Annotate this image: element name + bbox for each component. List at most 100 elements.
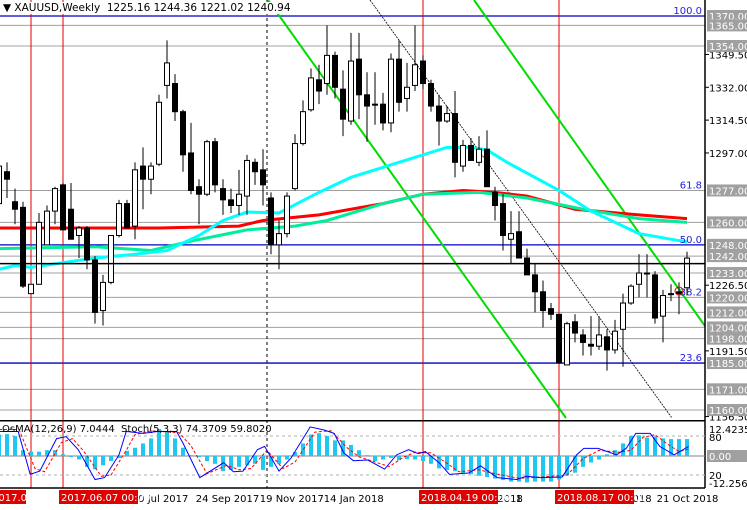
candle-bull (244, 159, 250, 197)
osma-bar (501, 456, 505, 481)
candle-bull (308, 77, 314, 111)
price-tick-label: 1314.50 (709, 116, 747, 127)
candle-bear (196, 186, 202, 195)
time-axis-label: 1 (516, 494, 522, 505)
candle-bear (492, 191, 498, 206)
fib-level-label: 100.0 (673, 6, 702, 17)
candle-bull (132, 169, 138, 227)
candle-bear (572, 321, 578, 334)
fib-level-label: 61.8 (680, 180, 702, 191)
candle-bear (588, 343, 594, 347)
candle-bull (324, 54, 330, 85)
price-tick-label: 1226.50 (709, 281, 747, 292)
candle-bear (484, 148, 490, 188)
osma-bar (141, 443, 145, 456)
osma-bar (181, 447, 185, 456)
candle-bear (252, 161, 258, 173)
time-axis-label: 24 Sep 2017 (196, 494, 259, 505)
candle-bull (636, 272, 642, 285)
candle-bull (204, 141, 210, 195)
price-level-tag-label: 1260.00 (709, 218, 747, 229)
fib-level-label: 50.0 (680, 235, 702, 246)
time-marker-label: 2017.0 (0, 493, 27, 504)
candle-bull (388, 58, 394, 124)
candle-bull (372, 103, 378, 106)
candle-bear (652, 274, 658, 319)
osma-bar (13, 436, 17, 456)
chart-title: ▼ XAUUSD,Weekly 1225.16 1244.36 1221.02 … (3, 2, 291, 14)
osma-bar (421, 456, 425, 461)
price-tick-label: 1191.50 (709, 347, 747, 358)
candle-bull (108, 234, 114, 283)
candle-bull (52, 188, 58, 212)
candle-bull (404, 86, 410, 100)
candle-bear (468, 144, 474, 161)
indicator-title: OsMA(12,26,9) 7.0444 Stoch(5,3,3) 74.370… (2, 424, 272, 435)
osma-bar (389, 456, 393, 458)
candle-bear (428, 83, 434, 107)
price-level-tag-label: 1365.00 (709, 21, 747, 32)
candle-bull (564, 323, 570, 366)
price-level-tag-label: 1233.00 (709, 269, 747, 280)
candle-bear (188, 152, 194, 191)
candle-bear (92, 259, 98, 313)
candle-bull (348, 60, 354, 122)
osma-bar (205, 456, 209, 461)
candle-bear (364, 94, 370, 107)
time-marker-label: 2017.06.07 00:00 (61, 493, 150, 504)
osma-bar (261, 456, 265, 470)
price-tick-label: 1332.00 (709, 83, 747, 94)
candle-bull (0, 165, 2, 205)
candle-bull (276, 233, 282, 246)
candle-bear (268, 197, 274, 246)
candle-bull (100, 281, 106, 312)
candle-bear (180, 111, 186, 156)
osma-bar (277, 456, 281, 464)
price-level-tag-label: 1171.00 (709, 385, 747, 396)
osma-bar (485, 456, 489, 478)
price-level-tag-label: 1185.00 (709, 359, 747, 370)
osma-bar (333, 440, 337, 456)
osma-bar (101, 456, 105, 466)
time-axis-label: 14 Jan 2018 (324, 494, 384, 505)
osma-bar (0, 434, 1, 456)
osma-bar (149, 438, 153, 456)
candle-bear (604, 336, 610, 351)
fib-level-label: 38.2 (680, 287, 702, 298)
indicator-upper-label: 80 (709, 433, 722, 444)
candle-bear (20, 206, 26, 287)
osma-bar (69, 456, 73, 457)
candle-bear (84, 227, 90, 261)
osma-bar (37, 451, 41, 456)
candle-bear (332, 54, 338, 88)
time-axis-label: 21 Oct 2018 (657, 494, 719, 505)
osma-bar (309, 434, 313, 456)
osma-bar (165, 431, 169, 456)
candle-bear (540, 291, 546, 312)
osma-bar (173, 438, 177, 456)
candle-bear (316, 79, 322, 92)
candle-bull (460, 144, 466, 167)
candle-bear (548, 308, 554, 315)
osma-bar (93, 456, 97, 470)
osma-bar (325, 436, 329, 456)
price-level-tag-label: 1242.00 (709, 252, 747, 263)
candle-bear (220, 188, 226, 201)
candle-bear (420, 60, 426, 85)
candle-bull (644, 272, 650, 275)
ma-mid-line (0, 190, 688, 253)
candle-bear (380, 103, 386, 124)
candle-bull (412, 64, 418, 86)
candle-bull (292, 143, 298, 190)
collapse-triangle-icon[interactable]: ▼ (3, 2, 14, 14)
candle-bear (524, 257, 530, 276)
candle-bear (436, 105, 442, 122)
time-marker-label: 2018.04.19 00:00 (421, 493, 510, 504)
candle-bear (580, 334, 586, 343)
ohlc-readout: 1225.16 1244.36 1221.02 1240.94 (106, 2, 291, 14)
osma-bar (589, 456, 593, 463)
candle-bear (452, 113, 458, 163)
osma-bar (509, 456, 513, 482)
candle-bull (116, 203, 122, 236)
osma-bar (61, 454, 65, 456)
